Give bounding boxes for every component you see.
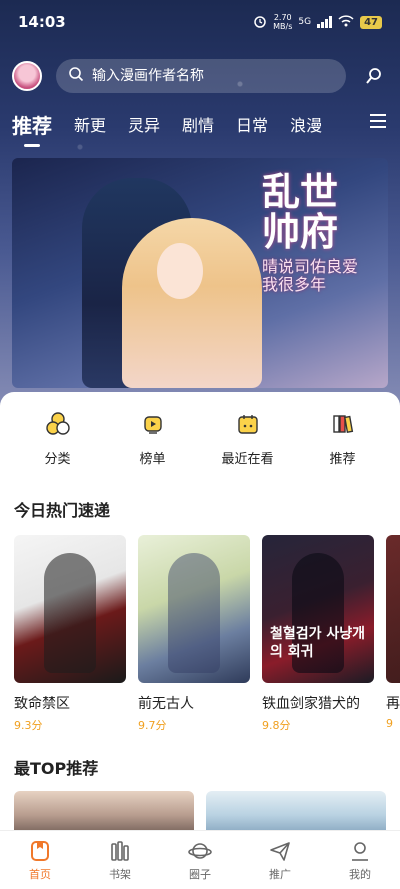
bottom-navigation: 首页 书架 圈子 推广 我的 bbox=[0, 830, 400, 889]
banner-title: 乱世 帅府 晴说司佑良爱我很多年 bbox=[262, 172, 362, 294]
tab-supernatural[interactable]: 灵异 bbox=[128, 112, 160, 136]
banner-title-line2: 帅府 bbox=[262, 209, 339, 254]
user-icon bbox=[348, 839, 372, 863]
banner-character-face bbox=[157, 243, 203, 299]
nav-mine-label: 我的 bbox=[349, 867, 371, 881]
paper-plane-icon bbox=[268, 839, 292, 863]
menu-icon[interactable] bbox=[370, 114, 386, 128]
nav-promote[interactable]: 推广 bbox=[245, 839, 315, 882]
books-icon bbox=[327, 408, 359, 440]
comic-title: 再 bbox=[386, 696, 400, 712]
quick-category[interactable]: 分类 bbox=[18, 408, 98, 467]
home-bookmark-icon bbox=[28, 839, 52, 863]
wifi-icon bbox=[338, 14, 354, 30]
nav-bookshelf[interactable]: 书架 bbox=[85, 839, 155, 882]
search-bar[interactable] bbox=[56, 59, 346, 93]
main-content: 分类 榜单 最近在看 推荐 今日热门速递 致命禁区 9.3分 前无古人 9.7分… bbox=[0, 392, 400, 851]
nav-circle-label: 圈子 bbox=[189, 867, 211, 881]
network-speed: 2.70 MB/s bbox=[273, 13, 292, 31]
tab-drama[interactable]: 剧情 bbox=[182, 112, 214, 136]
search-input[interactable] bbox=[92, 68, 332, 84]
comic-cover: 철혈검가 사냥개의 회귀 bbox=[262, 535, 374, 683]
quick-category-label: 分类 bbox=[44, 452, 71, 467]
banner-character-female bbox=[122, 218, 262, 388]
quick-recommend-label: 推荐 bbox=[329, 452, 356, 467]
nav-bookshelf-label: 书架 bbox=[109, 867, 131, 881]
signal-icon bbox=[317, 16, 333, 28]
status-indicators: 2.70 MB/s 5G 47 bbox=[253, 13, 382, 31]
tab-recommend[interactable]: 推荐 bbox=[12, 110, 52, 139]
comic-title: 前无古人 bbox=[138, 696, 194, 712]
quick-recent-label: 最近在看 bbox=[221, 452, 274, 467]
quick-entries: 分类 榜单 最近在看 推荐 bbox=[0, 392, 400, 467]
search-row bbox=[0, 56, 400, 96]
top-section-title: 最TOP推荐 bbox=[14, 759, 99, 778]
comic-score: 9.7分 bbox=[138, 719, 167, 732]
net-speed-value: 2.70 bbox=[273, 13, 292, 22]
bookshelf-icon bbox=[108, 839, 132, 863]
search-icon bbox=[68, 66, 84, 86]
category-icon bbox=[42, 408, 74, 440]
comic-card[interactable]: 再 9 bbox=[386, 535, 400, 733]
comic-score: 9.3分 bbox=[14, 719, 43, 732]
category-tabs: 推荐 新更 灵异 剧情 日常 浪漫 bbox=[0, 104, 400, 144]
quick-ranking[interactable]: 榜单 bbox=[113, 408, 193, 467]
comic-cover-title: 철혈검가 사냥개의 회귀 bbox=[270, 626, 366, 660]
battery-level: 47 bbox=[360, 15, 382, 29]
status-bar: 14:03 2.70 MB/s 5G 47 bbox=[0, 0, 400, 44]
featured-banner[interactable]: 乱世 帅府 晴说司佑良爱我很多年 bbox=[12, 158, 388, 388]
recent-calendar-icon bbox=[232, 408, 264, 440]
banner-subtitle: 晴说司佑良爱我很多年 bbox=[262, 257, 359, 294]
status-time: 14:03 bbox=[18, 13, 66, 31]
comic-score: 9 bbox=[386, 717, 393, 730]
nav-circle[interactable]: 圈子 bbox=[165, 839, 235, 882]
net-speed-unit: MB/s bbox=[273, 22, 293, 31]
user-avatar[interactable] bbox=[12, 61, 42, 91]
comic-card[interactable]: 前无古人 9.7分 bbox=[138, 535, 250, 733]
alarm-icon bbox=[253, 14, 267, 31]
comic-title: 致命禁区 bbox=[14, 696, 70, 712]
quick-recent[interactable]: 最近在看 bbox=[208, 408, 288, 467]
tab-new[interactable]: 新更 bbox=[74, 112, 106, 136]
scan-button[interactable] bbox=[360, 62, 388, 90]
network-type: 5G bbox=[298, 17, 312, 27]
comic-cover bbox=[386, 535, 400, 683]
nav-home-label: 首页 bbox=[29, 867, 51, 881]
comic-card[interactable]: 철혈검가 사냥개의 회귀 铁血剑家猎犬的 9.8分 bbox=[262, 535, 374, 733]
scan-icon bbox=[366, 68, 381, 84]
ranking-icon bbox=[137, 408, 169, 440]
banner-title-line1: 乱世 bbox=[262, 169, 339, 214]
comic-cover bbox=[14, 535, 126, 683]
comic-cover bbox=[138, 535, 250, 683]
nav-promote-label: 推广 bbox=[269, 867, 291, 881]
quick-recommend[interactable]: 推荐 bbox=[303, 408, 383, 467]
planet-icon bbox=[188, 839, 212, 863]
comic-score: 9.8分 bbox=[262, 719, 291, 732]
tab-romance[interactable]: 浪漫 bbox=[290, 112, 322, 136]
nav-mine[interactable]: 我的 bbox=[325, 839, 395, 882]
comic-card[interactable]: 致命禁区 9.3分 bbox=[14, 535, 126, 733]
hot-list: 致命禁区 9.3分 前无古人 9.7分 철혈검가 사냥개의 회귀 铁血剑家猎犬的… bbox=[0, 535, 400, 733]
hot-section-title: 今日热门速递 bbox=[14, 501, 111, 520]
quick-ranking-label: 榜单 bbox=[139, 452, 166, 467]
nav-home[interactable]: 首页 bbox=[5, 839, 75, 882]
comic-title: 铁血剑家猎犬的 bbox=[262, 696, 360, 712]
tab-daily[interactable]: 日常 bbox=[236, 112, 268, 136]
